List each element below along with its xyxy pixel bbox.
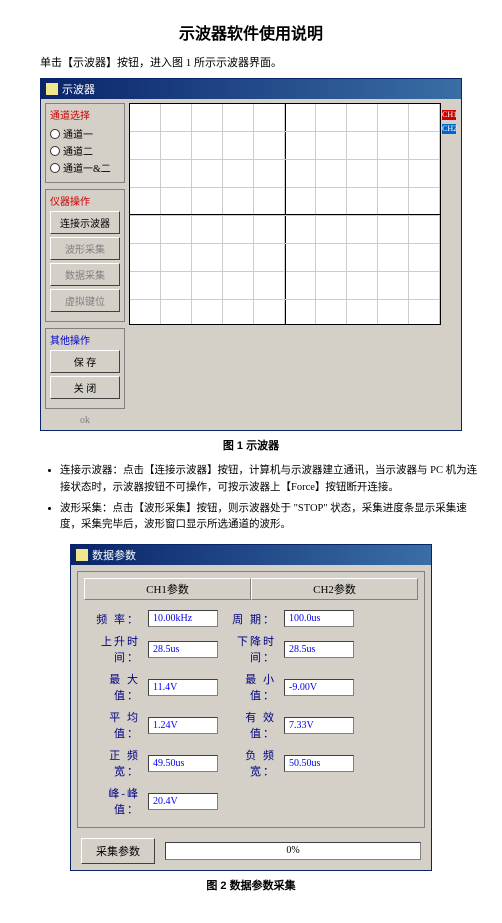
params-grid: 频 率： 10.00kHz 周 期： 100.0us 上升时间： 28.5us 下降时间： 2… xyxy=(84,606,418,821)
waveform-canvas-area: CH1 CH2 xyxy=(129,103,457,426)
radio-label: 通道一 xyxy=(63,126,93,141)
data-params-window: 数据参数 CH1参数 CH2参数 频 率： 10.00kHz 周 期： 100.0us… xyxy=(70,544,432,871)
param-value: 7.33V xyxy=(284,717,354,734)
intro-text: 单击【示波器】按钮，进入图 1 所示示波器界面。 xyxy=(40,54,482,70)
param-label: 正 频 宽： xyxy=(90,747,140,779)
param-value: -9.00V xyxy=(284,679,354,696)
progress-text: 0% xyxy=(166,843,420,859)
radio-channel-both[interactable]: 通道一&二 xyxy=(50,159,120,176)
list-item: 连接示波器：点击【连接示波器】按钮，计算机与示波器建立通讯，当示波器与 PC 机… xyxy=(60,463,482,497)
radio-icon xyxy=(50,146,60,156)
radio-icon xyxy=(50,129,60,139)
param-label: 有 效 值： xyxy=(226,709,276,741)
param-label: 最 小 值： xyxy=(226,671,276,703)
tab-ch2-params[interactable]: CH2参数 xyxy=(251,578,418,600)
param-value: 11.4V xyxy=(148,679,218,696)
ch2-marker: CH2 xyxy=(442,124,456,134)
oscilloscope-window: 示波器 通道选择 通道一 通道二 通道一&二 仪器操作 xyxy=(40,78,462,431)
param-value: 1.24V xyxy=(148,717,218,734)
channel-group-title: 通道选择 xyxy=(50,107,120,122)
virtual-keys-button[interactable]: 虚拟键位 xyxy=(50,289,120,312)
window-icon xyxy=(46,83,58,95)
data-collect-button[interactable]: 数据采集 xyxy=(50,263,120,286)
collect-params-button[interactable]: 采集参数 xyxy=(81,838,155,864)
window-titlebar: 示波器 xyxy=(41,79,461,99)
instr-group-title: 仪器操作 xyxy=(50,193,120,208)
window-icon xyxy=(76,549,88,561)
instruction-list: 连接示波器：点击【连接示波器】按钮，计算机与示波器建立通讯，当示波器与 PC 机… xyxy=(60,463,482,534)
radio-channel-2[interactable]: 通道二 xyxy=(50,142,120,159)
status-text: ok xyxy=(45,415,125,426)
channel-select-group: 通道选择 通道一 通道二 通道一&二 xyxy=(45,103,125,183)
window-title: 数据参数 xyxy=(92,547,136,563)
radio-icon xyxy=(50,163,60,173)
param-value: 100.0us xyxy=(284,610,354,627)
instrument-ops-group: 仪器操作 连接示波器 波形采集 数据采集 虚拟键位 xyxy=(45,189,125,322)
param-value: 20.4V xyxy=(148,793,218,810)
param-label: 最 大 值： xyxy=(90,671,140,703)
param-value: 49.50us xyxy=(148,755,218,772)
param-label: 平 均 值： xyxy=(90,709,140,741)
tab-ch1-params[interactable]: CH1参数 xyxy=(84,578,251,600)
other-ops-group: 其他操作 保 存 关 闭 xyxy=(45,328,125,409)
radio-channel-1[interactable]: 通道一 xyxy=(50,125,120,142)
param-label: 峰-峰 值： xyxy=(90,785,140,817)
param-label: 负 频 宽： xyxy=(226,747,276,779)
radio-label: 通道二 xyxy=(63,143,93,158)
plot-ticks-v xyxy=(130,104,440,324)
radio-label: 通道一&二 xyxy=(63,160,111,175)
window-titlebar: 数据参数 xyxy=(71,545,431,565)
ch1-marker: CH1 xyxy=(442,110,456,120)
param-value: 10.00kHz xyxy=(148,610,218,627)
param-label: 下降时间： xyxy=(226,633,276,665)
waveform-collect-button[interactable]: 波形采集 xyxy=(50,237,120,260)
other-group-title: 其他操作 xyxy=(50,332,120,347)
progress-bar: 0% xyxy=(165,842,421,860)
params-frame: CH1参数 CH2参数 频 率： 10.00kHz 周 期： 100.0us 上升时间：… xyxy=(77,571,425,828)
waveform-plot: CH1 CH2 xyxy=(129,103,441,325)
figure-2-caption: 图 2 数据参数采集 xyxy=(20,877,482,893)
param-value: 50.50us xyxy=(284,755,354,772)
param-value: 28.5us xyxy=(284,641,354,658)
param-label: 频 率： xyxy=(90,611,140,627)
list-item: 波形采集：点击【波形采集】按钮，则示波器处于 "STOP" 状态，采集进度条显示… xyxy=(60,501,482,535)
figure-1-caption: 图 1 示波器 xyxy=(20,437,482,453)
param-label: 上升时间： xyxy=(90,633,140,665)
param-value: 28.5us xyxy=(148,641,218,658)
page-title: 示波器软件使用说明 xyxy=(20,20,482,44)
param-label: 周 期： xyxy=(226,611,276,627)
close-button[interactable]: 关 闭 xyxy=(50,376,120,399)
save-button[interactable]: 保 存 xyxy=(50,350,120,373)
window-title: 示波器 xyxy=(62,81,95,97)
connect-scope-button[interactable]: 连接示波器 xyxy=(50,211,120,234)
